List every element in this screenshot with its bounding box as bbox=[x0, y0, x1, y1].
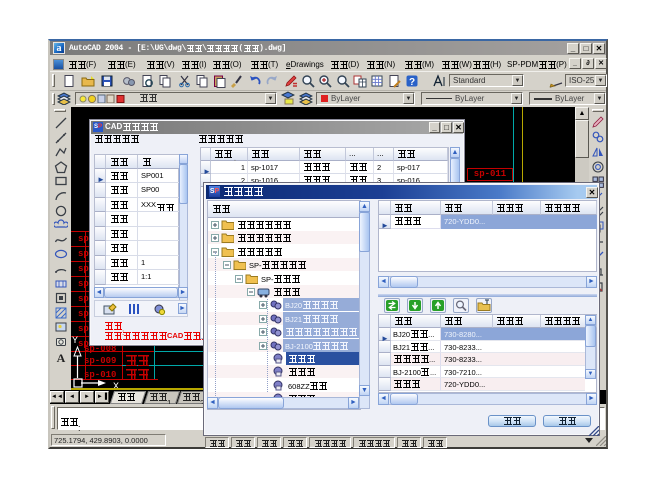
svg-text:?: ? bbox=[409, 77, 415, 88]
svg-text:Y: Y bbox=[72, 336, 78, 347]
